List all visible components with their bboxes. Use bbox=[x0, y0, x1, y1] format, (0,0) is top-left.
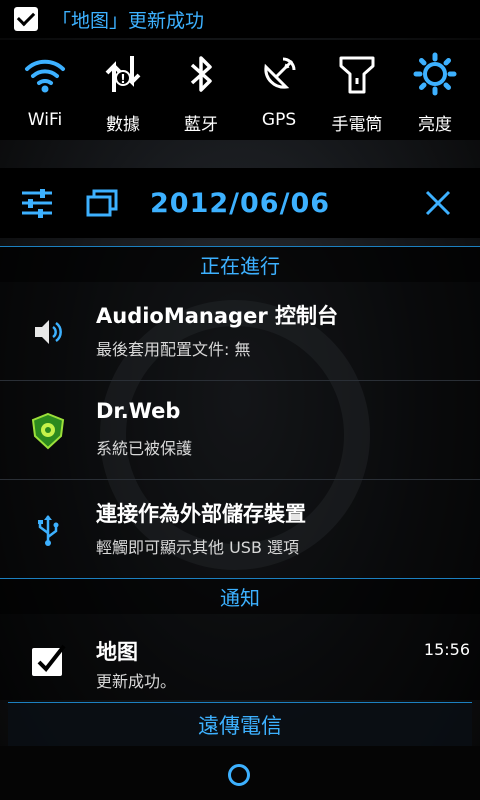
status-bar: 「地图」更新成功 bbox=[0, 0, 480, 38]
svg-text:!: ! bbox=[120, 72, 125, 86]
notification-title: 連接作為外部儲存裝置 bbox=[96, 502, 306, 526]
wifi-icon bbox=[20, 46, 70, 102]
date-row: 2012/06/06 bbox=[0, 168, 480, 238]
notifications-header: 通知 bbox=[0, 578, 480, 614]
toggle-data[interactable]: ! 數據 bbox=[84, 40, 162, 140]
notification-title: 地图 bbox=[96, 640, 138, 664]
settings-sliders-icon[interactable] bbox=[20, 186, 54, 220]
notification-title: AudioManager 控制台 bbox=[96, 304, 338, 328]
notification-subtitle: 輕觸即可顯示其他 USB 選項 bbox=[96, 538, 300, 557]
current-date: 2012/06/06 bbox=[150, 187, 331, 219]
toggle-label: 數據 bbox=[106, 115, 140, 135]
gps-icon bbox=[254, 46, 304, 102]
brightness-icon bbox=[410, 46, 460, 102]
toggle-label: 手電筒 bbox=[331, 115, 383, 135]
notification-subtitle: 最後套用配置文件: 無 bbox=[96, 340, 251, 359]
carrier-label: 遠傳電信 bbox=[8, 702, 472, 746]
check-icon bbox=[28, 640, 68, 680]
toggle-bluetooth[interactable]: 藍牙 bbox=[162, 40, 240, 140]
notification-item-usb[interactable]: 連接作為外部儲存裝置 輕觸即可顯示其他 USB 選項 bbox=[0, 480, 480, 578]
toggle-label: 藍牙 bbox=[184, 115, 218, 135]
notification-item-map[interactable]: 地图 更新成功。 15:56 bbox=[0, 614, 480, 700]
notification-subtitle: 系統已被保護 bbox=[96, 439, 193, 458]
toggle-label: GPS bbox=[261, 110, 297, 130]
close-icon[interactable] bbox=[424, 189, 452, 217]
speaker-icon bbox=[28, 312, 68, 352]
ongoing-header: 正在進行 bbox=[0, 246, 480, 282]
drweb-shield-icon bbox=[28, 411, 68, 451]
bluetooth-icon bbox=[176, 46, 226, 102]
data-icon: ! bbox=[98, 46, 148, 102]
drag-handle-icon[interactable] bbox=[228, 764, 250, 786]
notification-subtitle: 更新成功。 bbox=[96, 672, 177, 691]
notification-time: 15:56 bbox=[423, 640, 470, 659]
usb-icon bbox=[28, 510, 68, 550]
notification-item-drweb[interactable]: Dr.Web 系統已被保護 bbox=[0, 381, 480, 479]
toggle-gps[interactable]: GPS bbox=[240, 40, 318, 140]
quick-toggles: WiFi ! 數據 藍牙 GPS 手電筒 亮度 bbox=[0, 40, 480, 140]
recent-windows-icon[interactable] bbox=[86, 188, 118, 218]
toggle-brightness[interactable]: 亮度 bbox=[396, 40, 474, 140]
notification-item-audiomanager[interactable]: AudioManager 控制台 最後套用配置文件: 無 bbox=[0, 282, 480, 380]
notification-title: Dr.Web bbox=[96, 399, 181, 423]
flashlight-icon bbox=[332, 46, 382, 102]
check-icon bbox=[14, 7, 38, 31]
toggle-flashlight[interactable]: 手電筒 bbox=[318, 40, 396, 140]
toggle-label: WiFi bbox=[27, 110, 63, 130]
status-message: 「地图」更新成功 bbox=[52, 9, 205, 32]
toggle-label: 亮度 bbox=[418, 115, 452, 135]
toggle-wifi[interactable]: WiFi bbox=[6, 40, 84, 140]
